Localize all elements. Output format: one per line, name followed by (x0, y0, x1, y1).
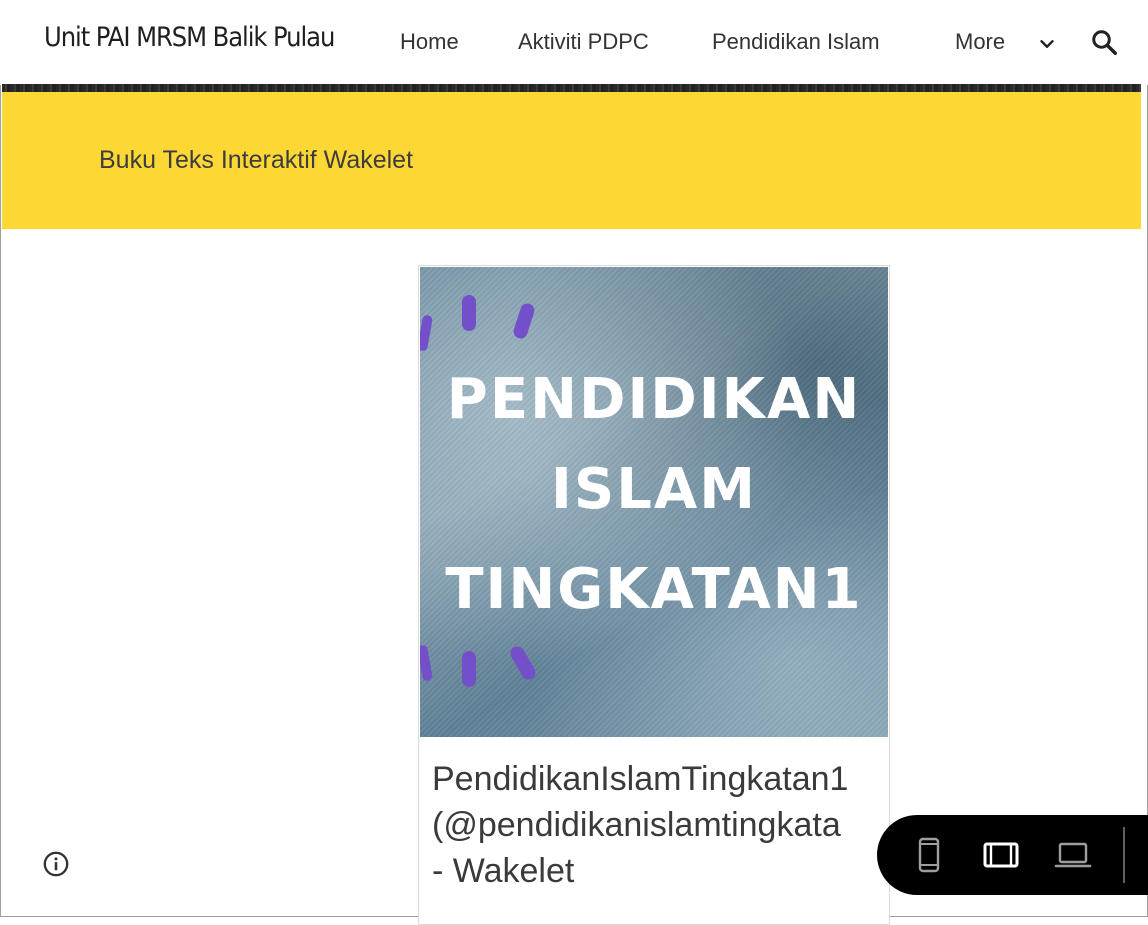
image-text-line: TINGKATAN1 (445, 557, 863, 622)
phone-icon[interactable] (909, 835, 949, 875)
card-title-line: - Wakelet (432, 852, 575, 890)
decor-dash (462, 295, 476, 331)
card-title-line: (@pendidikanislamtingkata (432, 806, 841, 844)
image-text-line: PENDIDIKAN (446, 367, 862, 432)
site-header: Unit PAI MRSM Balik Pulau Home Aktiviti … (0, 0, 1148, 85)
header-image-strip (2, 84, 1141, 92)
nav-more[interactable]: More (955, 29, 1005, 55)
card-cover-image[interactable]: PENDIDIKAN ISLAM TINGKATAN1 (420, 267, 888, 737)
card-title-line: PendidikanIslamTingkatan1 (432, 760, 849, 798)
nav-pendidikan-islam[interactable]: Pendidikan Islam (712, 29, 880, 55)
chevron-down-icon[interactable] (1036, 33, 1058, 55)
wakelet-embed-card[interactable]: PENDIDIKAN ISLAM TINGKATAN1 PendidikanIs… (418, 265, 890, 925)
decor-dash (462, 651, 476, 687)
info-icon[interactable] (42, 850, 70, 878)
preview-toolbar (877, 815, 1148, 895)
toolbar-separator (1123, 827, 1125, 883)
laptop-icon[interactable] (1053, 835, 1093, 875)
page-title: Buku Teks Interaktif Wakelet (99, 146, 414, 174)
tablet-icon[interactable] (981, 835, 1021, 875)
site-title[interactable]: Unit PAI MRSM Balik Pulau (44, 22, 335, 53)
search-icon[interactable] (1089, 27, 1119, 57)
nav-home[interactable]: Home (400, 29, 459, 55)
page-banner: Buku Teks Interaktif Wakelet (2, 92, 1141, 229)
card-title-link[interactable]: PendidikanIslamTingkatan1 (@pendidikanis… (432, 756, 889, 894)
nav-aktiviti-pdpc[interactable]: Aktiviti PDPC (518, 29, 649, 55)
image-text-line: ISLAM (551, 457, 757, 522)
